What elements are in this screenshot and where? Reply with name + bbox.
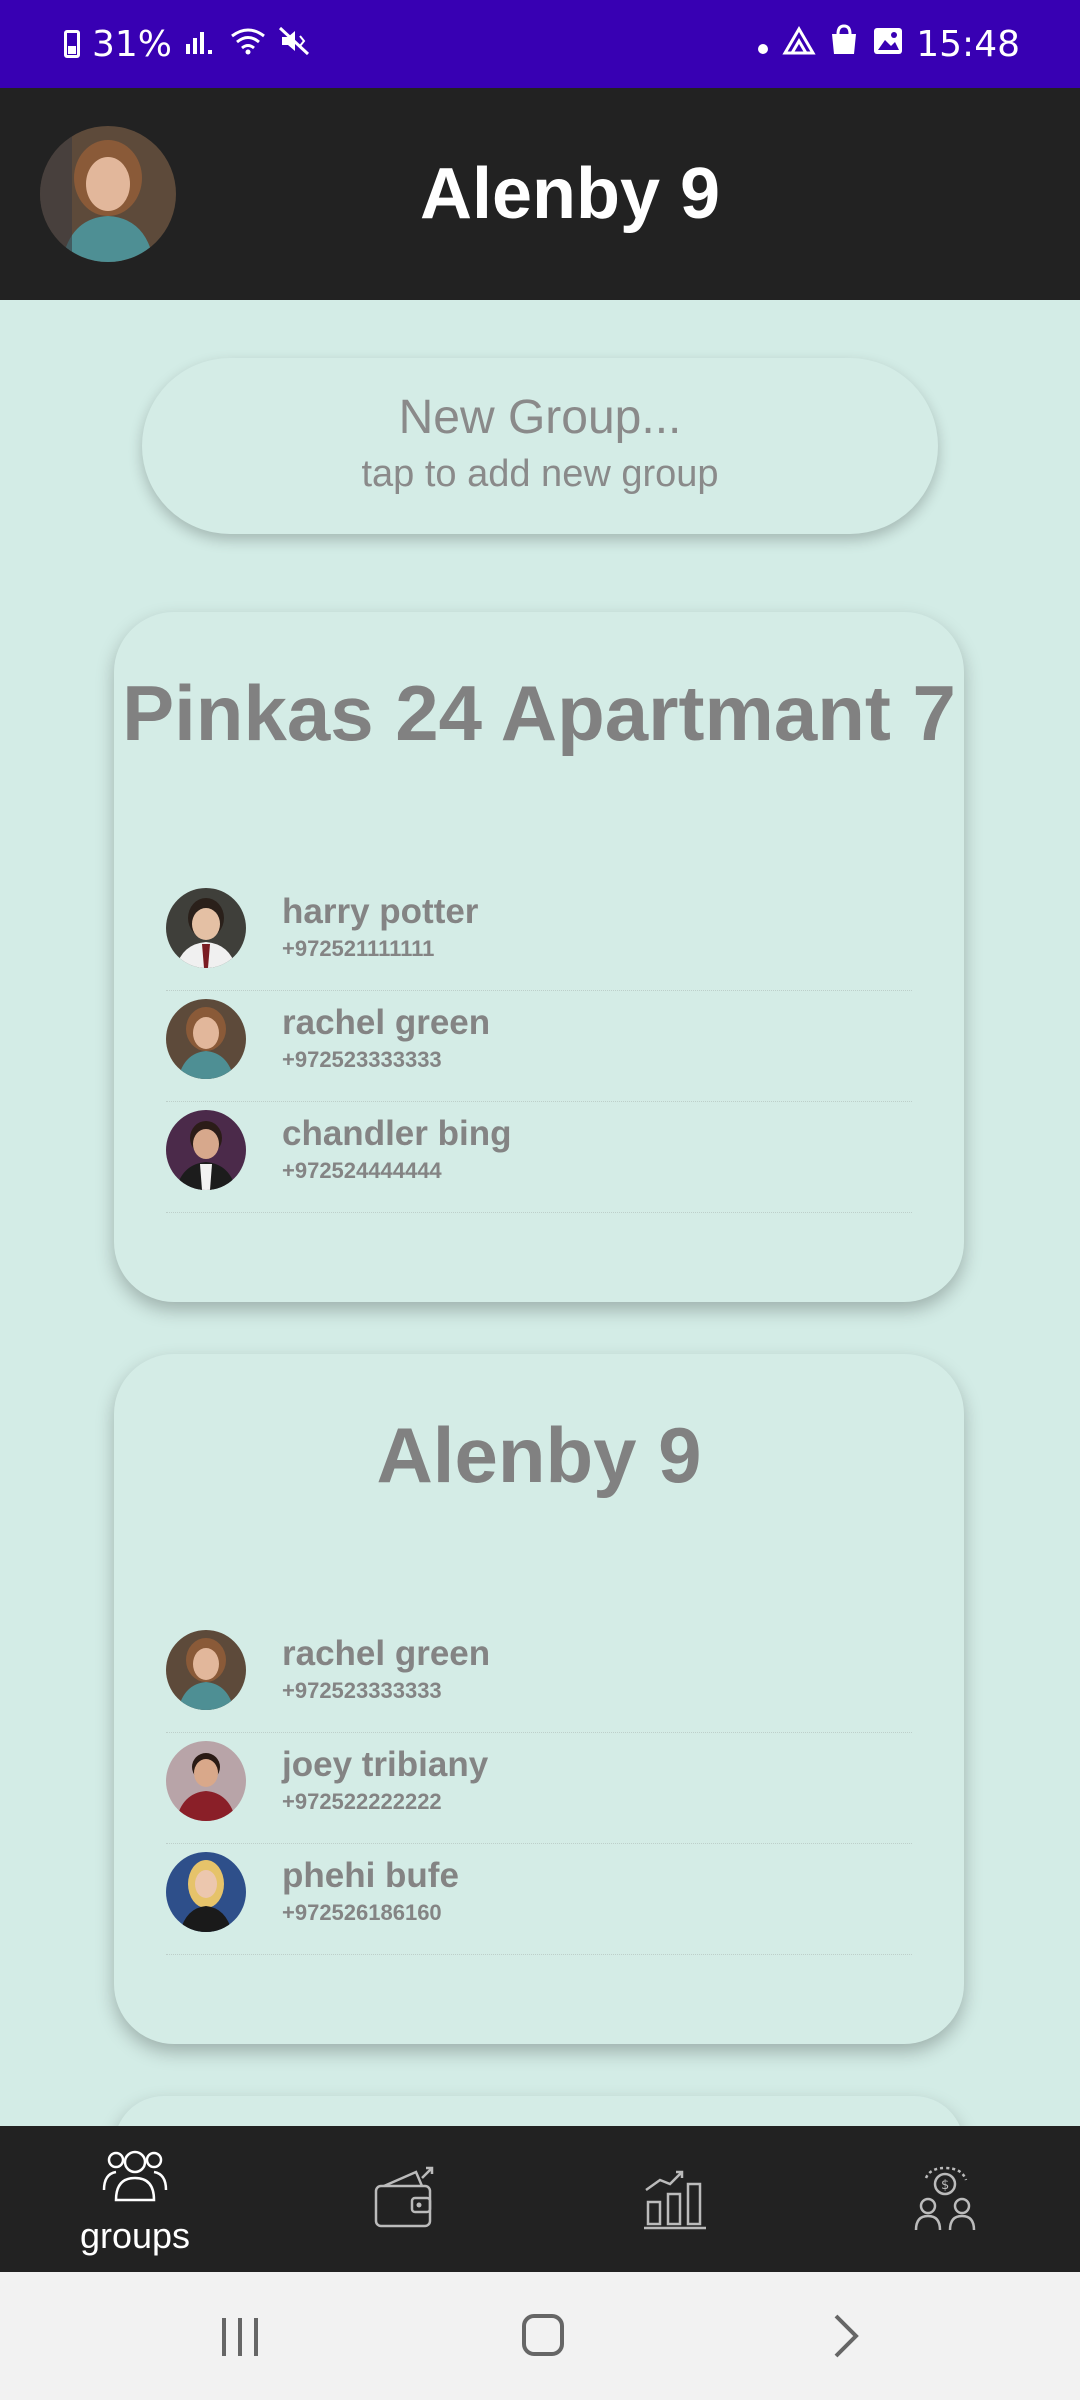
member-avatar (166, 1630, 246, 1710)
member-list: rachel green +972523333333 joey tribiany… (166, 1622, 912, 1955)
member-phone: +972524444444 (282, 1158, 442, 1183)
member-avatar (166, 1741, 246, 1821)
bottom-navigation: groups $ (0, 2126, 1080, 2272)
wallet-icon (374, 2166, 434, 2228)
status-left: 31% (64, 24, 312, 65)
clock: 15:48 (916, 23, 1020, 65)
status-right: 15:48 (756, 24, 1020, 65)
member-row[interactable]: chandler bing +972524444444 (166, 1102, 912, 1213)
member-row[interactable]: rachel green +972523333333 (166, 991, 912, 1102)
home-icon[interactable] (502, 2300, 582, 2372)
nav-item-payments[interactable]: $ (810, 2126, 1080, 2272)
member-name: joey tribiany (282, 1745, 489, 1784)
member-row[interactable]: harry potter +972521111111 (166, 880, 912, 991)
svg-text:$: $ (941, 2178, 949, 2193)
groups-icon (102, 2150, 168, 2202)
member-list: harry potter +972521111111 rachel green … (166, 880, 912, 1213)
bag-icon (828, 23, 860, 65)
groups-list[interactable]: New Group... tap to add new group Pinkas… (0, 300, 1080, 2126)
mute-icon (278, 26, 312, 62)
nav-item-stats[interactable] (540, 2126, 810, 2272)
signal-icon (184, 26, 218, 62)
battery-icon (64, 30, 80, 58)
nav-item-groups[interactable]: groups (0, 2126, 270, 2272)
app-header: Alenby 9 (0, 88, 1080, 300)
member-name: harry potter (282, 892, 479, 931)
back-icon[interactable] (806, 2300, 886, 2372)
group-card[interactable]: Pinkas 24 Apartmant 7 harry potter +9725… (114, 612, 964, 1302)
wifi-icon (230, 26, 266, 62)
member-phone: +972521111111 (282, 936, 435, 961)
new-group-subtitle: tap to add new group (361, 453, 719, 495)
nav-item-wallet[interactable] (270, 2126, 540, 2272)
dot-icon (756, 24, 770, 65)
status-bar: 31% 15:48 (0, 0, 1080, 88)
member-avatar (166, 999, 246, 1079)
member-row[interactable]: rachel green +972523333333 (166, 1622, 912, 1733)
system-navigation-bar (0, 2272, 1080, 2400)
drive-icon (782, 24, 816, 65)
group-card-partial[interactable] (114, 2096, 964, 2126)
member-name: rachel green (282, 1003, 491, 1042)
group-title: Pinkas 24 Apartmant 7 (122, 669, 956, 757)
page-title: Alenby 9 (419, 154, 721, 234)
new-group-button[interactable]: New Group... tap to add new group (142, 358, 938, 534)
battery-percentage: 31% (92, 23, 173, 65)
member-avatar (166, 1852, 246, 1932)
bar-chart-icon (644, 2170, 706, 2230)
member-phone: +972526186160 (282, 1900, 442, 1925)
member-phone: +972523333333 (282, 1047, 442, 1072)
payment-users-icon: $ (914, 2166, 976, 2231)
member-name: rachel green (282, 1634, 491, 1673)
nav-label-groups: groups (79, 2215, 191, 2256)
new-group-title: New Group... (398, 391, 682, 444)
member-phone: +972522222222 (282, 1789, 442, 1814)
recent-apps-icon[interactable] (200, 2300, 280, 2372)
group-title: Alenby 9 (376, 1411, 702, 1499)
member-phone: +972523333333 (282, 1678, 442, 1703)
member-row[interactable]: joey tribiany +972522222222 (166, 1733, 912, 1844)
group-card[interactable]: Alenby 9 rachel green +972523333333 joey… (114, 1354, 964, 2044)
member-avatar (166, 888, 246, 968)
image-icon (872, 24, 904, 65)
member-name: phehi bufe (282, 1856, 459, 1895)
member-row[interactable]: phehi bufe +972526186160 (166, 1844, 912, 1955)
member-name: chandler bing (282, 1114, 512, 1153)
member-avatar (166, 1110, 246, 1190)
